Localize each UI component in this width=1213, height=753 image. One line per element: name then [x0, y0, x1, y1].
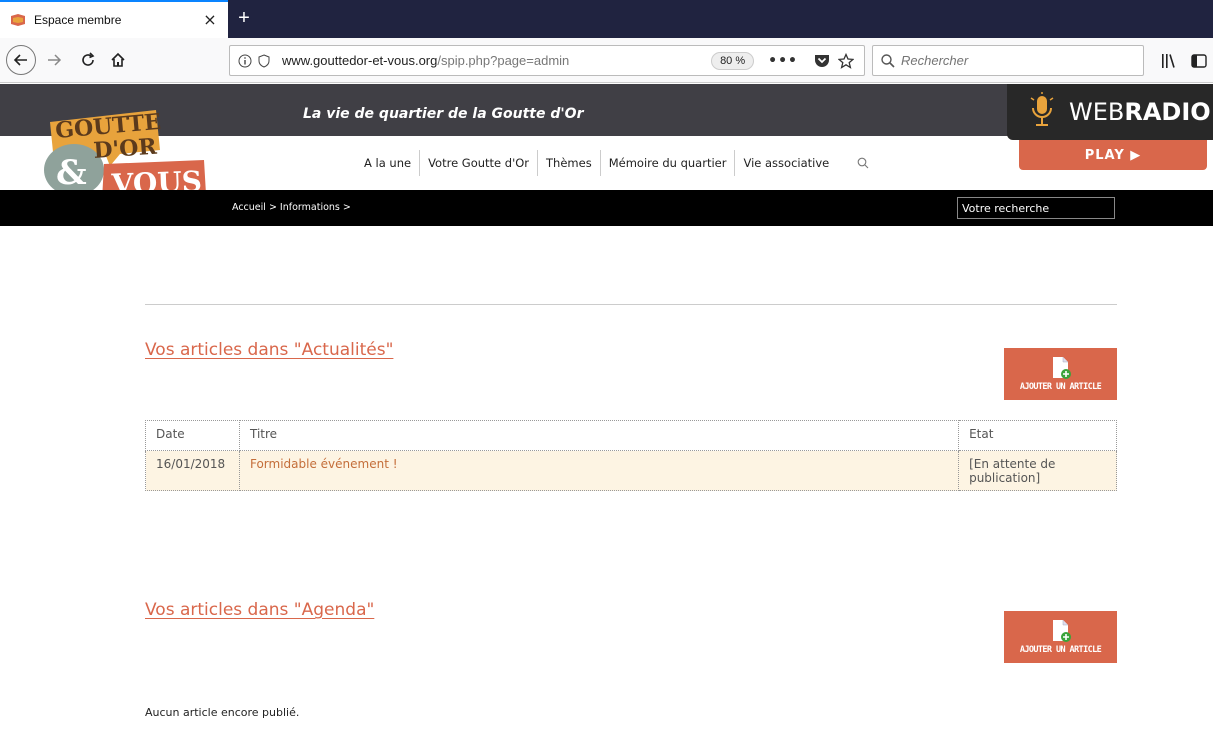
browser-search-box[interactable]: [872, 45, 1144, 76]
home-icon: [111, 52, 125, 67]
url-path: /spip.php?page=admin: [437, 53, 570, 68]
bookmark-star-icon[interactable]: [838, 52, 856, 69]
webradio-label: WEBRADIO: [1069, 98, 1211, 126]
arrow-left-icon: [13, 54, 27, 66]
arrow-right-icon: [48, 54, 62, 66]
search-icon: [881, 53, 895, 68]
page-actions-menu-icon[interactable]: •••: [768, 53, 798, 69]
column-header-etat: Etat: [958, 420, 1117, 451]
add-article-button-actualites[interactable]: AJOUTER UN ARTICLE: [1004, 348, 1117, 400]
tracking-shield-icon[interactable]: [258, 53, 272, 68]
menu-item-vie-associative[interactable]: Vie associative: [734, 150, 837, 176]
website-viewport: La vie de quartier de la Goutte d'Or A l…: [0, 84, 1213, 753]
reload-button[interactable]: [76, 46, 100, 74]
play-radio-button[interactable]: PLAY ▶: [1019, 140, 1207, 170]
logo-word-ampersand: &: [56, 153, 87, 193]
menu-search-icon[interactable]: [857, 157, 877, 169]
breadcrumb-bar: Accueil > Informations >: [0, 190, 1213, 226]
add-article-label: AJOUTER UN ARTICLE: [1019, 645, 1102, 655]
webradio-banner[interactable]: WEBRADIO: [1007, 84, 1213, 140]
reload-icon: [82, 52, 95, 66]
play-label: PLAY ▶: [1084, 147, 1142, 163]
section-title-actualites[interactable]: Vos articles dans "Actualités": [145, 340, 393, 360]
navigation-toolbar: www.gouttedor-et-vous.org/spip.php?page=…: [0, 38, 1213, 83]
tab-title: Espace membre: [34, 13, 122, 27]
menu-item-votre-goutte-dor[interactable]: Votre Goutte d'Or: [419, 150, 537, 176]
tab-bar: Espace membre × +: [0, 0, 1213, 38]
tab-espace-membre[interactable]: Espace membre ×: [0, 0, 228, 38]
cell-date: 16/01/2018: [145, 450, 240, 491]
close-tab-icon[interactable]: ×: [202, 12, 218, 28]
site-favicon-icon: [10, 13, 26, 27]
forward-button[interactable]: [42, 46, 66, 74]
cell-state: [En attente de publication]: [958, 450, 1117, 491]
logo-word-dor: D'OR: [93, 134, 159, 164]
menu-item-memoire-du-quartier[interactable]: Mémoire du quartier: [599, 150, 735, 176]
add-article-label: AJOUTER UN ARTICLE: [1019, 382, 1102, 392]
empty-list-note: Aucun article encore publié.: [145, 706, 300, 719]
menu-item-themes[interactable]: Thèmes: [537, 150, 600, 176]
sidebar-toggle-icon[interactable]: [1190, 52, 1208, 70]
back-button[interactable]: [6, 45, 36, 75]
new-tab-button[interactable]: +: [232, 6, 256, 30]
column-header-titre: Titre: [238, 420, 960, 451]
add-article-button-agenda[interactable]: AJOUTER UN ARTICLE: [1004, 611, 1117, 663]
info-icon[interactable]: [238, 54, 254, 68]
url-bar[interactable]: www.gouttedor-et-vous.org/spip.php?page=…: [229, 45, 865, 76]
add-document-icon: [1052, 620, 1071, 642]
add-document-icon: [1052, 357, 1071, 379]
menu-item-a-la-une[interactable]: A la une: [356, 150, 419, 176]
breadcrumb[interactable]: Accueil > Informations >: [232, 202, 351, 213]
zoom-level-badge[interactable]: 80 %: [711, 51, 755, 70]
cell-title-link[interactable]: Formidable événement !: [238, 450, 960, 491]
url-text[interactable]: www.gouttedor-et-vous.org/spip.php?page=…: [282, 53, 711, 68]
library-icon[interactable]: [1160, 52, 1180, 70]
main-menu: A la une Votre Goutte d'Or Thèmes Mémoir…: [356, 150, 877, 176]
site-tagline: La vie de quartier de la Goutte d'Or: [303, 106, 584, 122]
webradio-label-bold: RADIO: [1124, 98, 1211, 126]
articles-table-actualites: Date Titre Etat 16/01/2018 Formidable év…: [145, 420, 1117, 491]
table-row: 16/01/2018 Formidable événement ! [En at…: [145, 450, 1117, 491]
webradio-label-light: WEB: [1069, 98, 1125, 126]
divider: [145, 304, 1117, 305]
pocket-icon[interactable]: [814, 53, 832, 68]
section-title-agenda[interactable]: Vos articles dans "Agenda": [145, 600, 374, 620]
microphone-icon: [1030, 92, 1054, 126]
table-header-row: Date Titre Etat: [145, 420, 1117, 451]
column-header-date: Date: [145, 420, 240, 451]
home-button[interactable]: [106, 46, 130, 74]
site-search-input[interactable]: [957, 197, 1115, 219]
url-domain: www.gouttedor-et-vous.org: [282, 53, 438, 68]
browser-search-input[interactable]: [901, 53, 1121, 68]
